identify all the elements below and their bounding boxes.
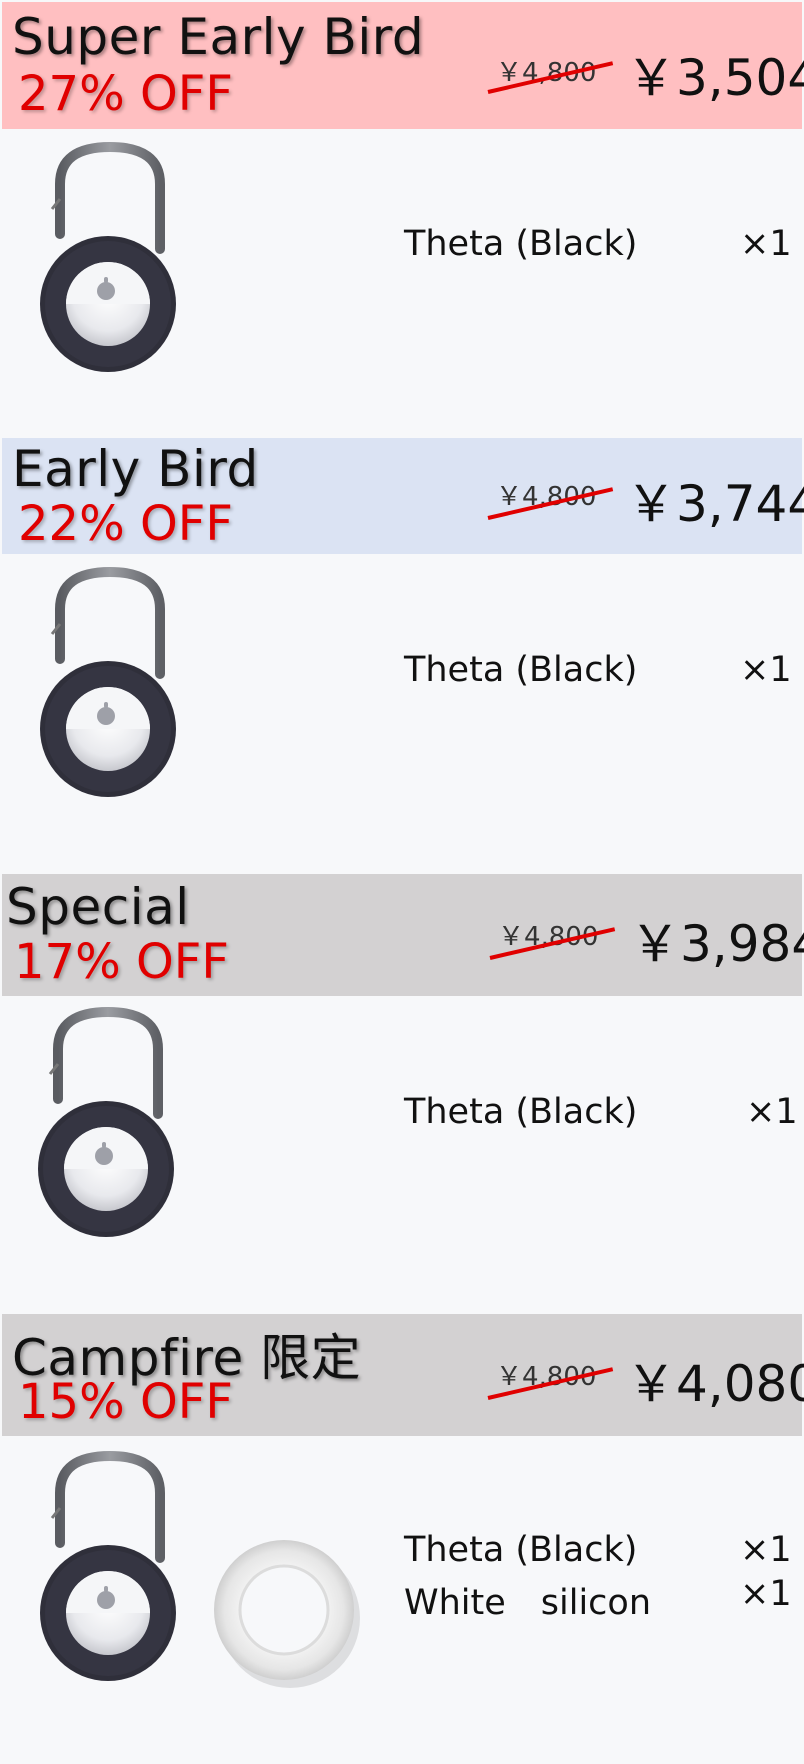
item-name: Theta (Black) [404, 1530, 638, 1570]
theta-airtag-holder-image [40, 1450, 176, 1681]
tier-name: Early Bird [12, 440, 259, 498]
theta-airtag-holder-image [38, 1006, 174, 1237]
item-name: Theta (Black) [404, 224, 638, 264]
item-quantity: ×1 [740, 650, 792, 690]
white-silicon-ring-image [214, 1540, 360, 1688]
tier-header: Special 17% OFF ￥4,800 ￥3,984 [2, 874, 804, 996]
item-name: Theta (Black) [404, 1092, 638, 1132]
tier-name: Special [6, 878, 190, 936]
new-price: ￥3,984 [630, 915, 804, 973]
tier-super-early-bird: Super Early Bird 27% OFF ￥4,800 ￥3,504 T… [0, 0, 804, 436]
product-area: Theta (Black) ×1 [0, 554, 804, 872]
new-price: ￥4,080 [626, 1355, 804, 1413]
tier-discount: 27% OFF [18, 66, 233, 122]
item-quantity: ×1 [740, 1574, 792, 1614]
theta-airtag-holder-image [40, 566, 176, 797]
tier-discount: 17% OFF [14, 934, 229, 990]
item-name: White silicon [404, 1583, 652, 1623]
item-quantity: ×1 [740, 1530, 792, 1570]
theta-airtag-holder-image [40, 141, 176, 372]
tier-early-bird: Early Bird 22% OFF ￥4,800 ￥3,744 Theta (… [0, 436, 804, 872]
tier-campfire: Campfire 限定 15% OFF ￥4,800 ￥4,080 Theta … [0, 1312, 804, 1764]
product-area: Theta (Black) ×1 [0, 129, 804, 436]
tier-discount: 15% OFF [18, 1374, 233, 1430]
tier-header: Early Bird 22% OFF ￥4,800 ￥3,744 [2, 438, 804, 554]
item-quantity: ×1 [740, 224, 792, 264]
tier-special: Special 17% OFF ￥4,800 ￥3,984 Theta (Bla… [0, 872, 804, 1312]
new-price: ￥3,744 [626, 475, 804, 533]
tier-name: Super Early Bird [12, 8, 425, 66]
product-area: Theta (Black) ×1 White silicon ×1 [0, 1436, 804, 1764]
item-quantity: ×1 [746, 1092, 798, 1132]
tier-header: Super Early Bird 27% OFF ￥4,800 ￥3,504 [2, 2, 804, 129]
new-price: ￥3,504 [626, 49, 804, 107]
tier-discount: 22% OFF [18, 496, 233, 552]
product-area: Theta (Black) ×1 [0, 996, 804, 1312]
tier-header: Campfire 限定 15% OFF ￥4,800 ￥4,080 [2, 1314, 804, 1436]
item-name: Theta (Black) [404, 650, 638, 690]
